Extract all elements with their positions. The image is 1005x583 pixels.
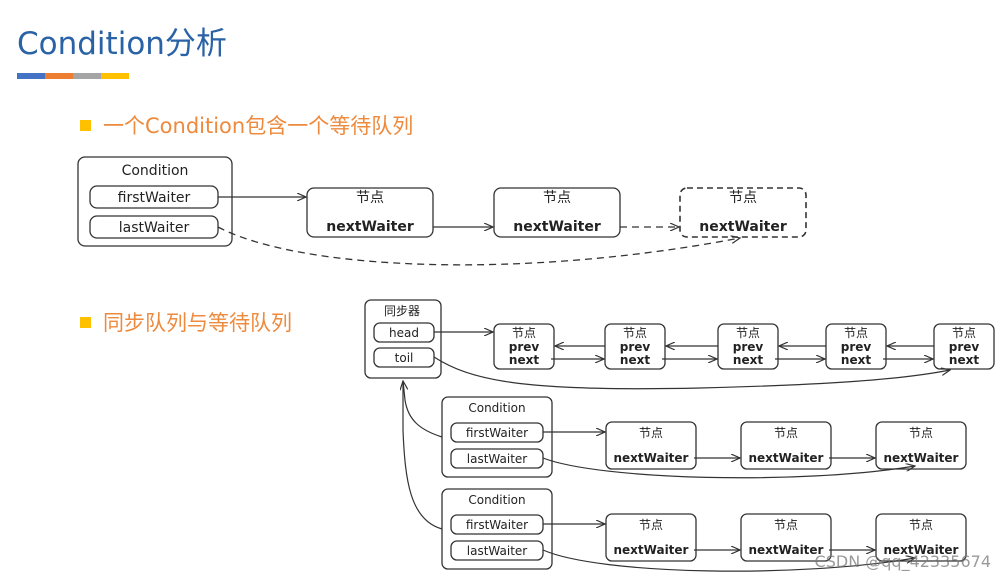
sync-node-prev: prev (620, 340, 651, 354)
wait-node-field: nextWaiter (749, 451, 824, 465)
sync-node-title: 节点 (952, 326, 976, 340)
sync-node-next: next (620, 353, 650, 367)
condition-2-to-sync-line (402, 382, 443, 530)
wait-node-title: 节点 (639, 426, 663, 440)
wait-node-field: nextWaiter (884, 451, 959, 465)
last-waiter-label: lastWaiter (119, 220, 190, 236)
node-2-title: 节点 (543, 190, 571, 206)
condition-label: Condition (468, 493, 525, 507)
last-waiter-dashed-arrow (217, 226, 740, 266)
wait-node-field: nextWaiter (614, 451, 689, 465)
node-2-field: nextWaiter (513, 219, 601, 235)
sync-node-title: 节点 (512, 326, 536, 340)
node-1-field: nextWaiter (326, 219, 414, 235)
first-waiter-label: firstWaiter (466, 426, 528, 440)
watermark: CSDN @qq_42335674 (814, 552, 991, 571)
sync-node-prev: prev (733, 340, 764, 354)
wait-node-title: 节点 (909, 518, 933, 532)
wait-node-title: 节点 (909, 426, 933, 440)
first-waiter-label: firstWaiter (466, 518, 528, 532)
last-waiter-label: lastWaiter (467, 544, 528, 558)
node-3-title: 节点 (729, 190, 757, 206)
condition-queue-1: Condition firstWaiter lastWaiter (441, 396, 553, 478)
wait-node-title: 节点 (774, 518, 798, 532)
diagram-canvas: Condition firstWaiter lastWaiter 节点 next… (77, 156, 995, 572)
wait-node-field: nextWaiter (614, 543, 689, 557)
diagram1: Condition firstWaiter lastWaiter 节点 next… (77, 156, 807, 266)
condition-label: Condition (122, 163, 189, 179)
tail-label: toil (395, 351, 414, 365)
sync-node-title: 节点 (736, 326, 760, 340)
head-label: head (389, 326, 419, 340)
sync-queue-nodes: 节点prevnext节点prevnext节点prevnext节点prevnext… (493, 323, 995, 370)
wait-node-title: 节点 (639, 518, 663, 532)
diagram2: 同步器 head toil 节点prevnext节点prevnext节点prev… (364, 299, 995, 572)
condition-label: Condition (468, 401, 525, 415)
node-3-field: nextWaiter (699, 219, 787, 235)
condition-queue-nodes: 节点 nextWaiter 节点 nextWaiter 节点 nextWaiter 节点 ne… (543, 421, 967, 562)
sync-node-next: next (733, 353, 763, 367)
sync-node-next: next (509, 353, 539, 367)
sync-node-title: 节点 (844, 326, 868, 340)
sync-node-prev: prev (949, 340, 980, 354)
condition-1-last-waiter-arrow (542, 457, 915, 479)
wait-node-title: 节点 (774, 426, 798, 440)
sync-node-prev: prev (509, 340, 540, 354)
sync-node-prev: prev (841, 340, 872, 354)
last-waiter-label: lastWaiter (467, 452, 528, 466)
sync-node-next: next (949, 353, 979, 367)
condition-queue-2: Condition firstWaiter lastWaiter (441, 488, 553, 570)
wait-node-field: nextWaiter (749, 543, 824, 557)
condition-1-to-sync-arrow (403, 381, 443, 438)
synchronizer-label: 同步器 (384, 304, 420, 318)
sync-node-title: 节点 (623, 326, 647, 340)
first-waiter-label: firstWaiter (118, 190, 191, 206)
sync-node-next: next (841, 353, 871, 367)
node-1-title: 节点 (356, 190, 384, 206)
